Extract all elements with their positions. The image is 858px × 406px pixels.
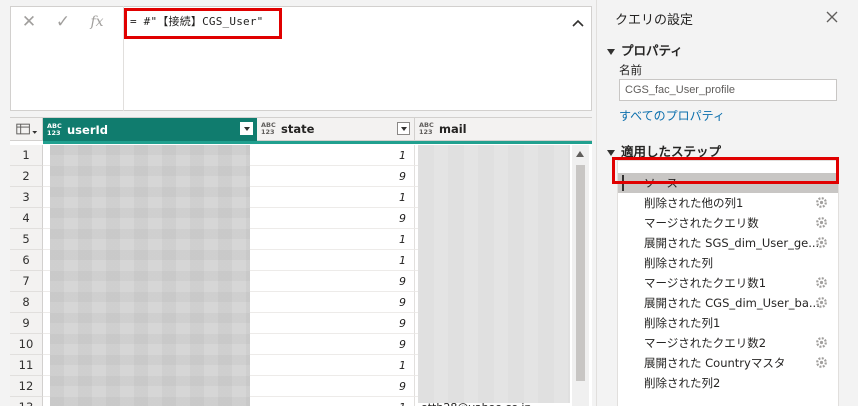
- gear-icon[interactable]: [815, 356, 828, 369]
- cell-state[interactable]: 1: [257, 187, 415, 208]
- column-header-label: mail: [439, 122, 467, 136]
- fx-icon[interactable]: fx: [80, 14, 114, 30]
- cell-state[interactable]: 9: [257, 166, 415, 187]
- column-quality-bar: [257, 141, 415, 144]
- cell-state[interactable]: 9: [257, 334, 415, 355]
- cell-state[interactable]: 9: [257, 271, 415, 292]
- gear-icon[interactable]: [815, 336, 828, 349]
- type-any-icon: ABC 123: [47, 121, 62, 137]
- left-edge: [0, 0, 8, 406]
- row-number[interactable]: 12: [10, 376, 43, 397]
- applied-step-item[interactable]: 削除された列2: [618, 373, 838, 393]
- step-label: 展開された Countryマスタ: [644, 356, 786, 370]
- row-number[interactable]: 8: [10, 292, 43, 313]
- column-header-label: userId: [67, 122, 109, 137]
- column-filter-dropdown[interactable]: [240, 122, 253, 135]
- cell-state[interactable]: 1: [257, 355, 415, 376]
- row-number[interactable]: 5: [10, 229, 43, 250]
- step-label: 展開された CGS_dim_User_ba...: [644, 296, 820, 310]
- section-label: プロパティ: [621, 43, 683, 58]
- scroll-up-icon[interactable]: [576, 151, 584, 157]
- applied-step-item[interactable]: 削除された他の列1: [618, 193, 838, 213]
- gear-icon[interactable]: [815, 276, 828, 289]
- cancel-formula-icon[interactable]: ✕: [12, 12, 46, 32]
- pane-title: クエリの設定: [615, 13, 694, 28]
- collapse-triangle-icon: [607, 149, 615, 156]
- applied-step-item[interactable]: マージされたクエリ数: [618, 213, 838, 233]
- step-label: マージされたクエリ数: [644, 216, 759, 230]
- cell-state[interactable]: 9: [257, 376, 415, 397]
- cell-state[interactable]: 9: [257, 208, 415, 229]
- name-label: 名前: [619, 63, 642, 77]
- all-properties-link[interactable]: すべてのプロパティ: [619, 107, 725, 124]
- gear-icon[interactable]: [815, 296, 828, 309]
- row-number[interactable]: 11: [10, 355, 43, 376]
- row-number[interactable]: 4: [10, 208, 43, 229]
- table-menu-icon[interactable]: [10, 118, 43, 141]
- gear-icon[interactable]: [815, 196, 828, 209]
- chevron-up-icon[interactable]: [570, 16, 586, 30]
- row-number[interactable]: 2: [10, 166, 43, 187]
- step-label: 削除された列1: [644, 316, 721, 330]
- redacted-mail-values: [418, 145, 570, 403]
- row-number[interactable]: 13: [10, 397, 43, 406]
- gear-icon[interactable]: [815, 236, 828, 249]
- row-number[interactable]: 10: [10, 334, 43, 355]
- row-number[interactable]: 9: [10, 313, 43, 334]
- type-any-icon: ABC 123: [419, 121, 434, 136]
- step-label: 展開された SGS_dim_User_ge...: [644, 236, 820, 250]
- cell-state[interactable]: 1: [257, 250, 415, 271]
- scrollbar-thumb[interactable]: [576, 165, 585, 381]
- properties-section-header[interactable]: プロパティ: [607, 40, 683, 59]
- cell-mail[interactable]: otth28@yahoo.co.jp: [415, 397, 570, 406]
- vertical-scrollbar[interactable]: [572, 145, 589, 406]
- step-label: 削除された他の列1: [644, 196, 744, 210]
- data-grid: ABC 123 userId ABC 123 state ABC 123 mail 1…: [10, 117, 592, 406]
- column-header-label: state: [281, 122, 315, 136]
- applied-steps-list: ソース 削除された他の列1 マージされたクエリ数 展開された SGS_dim_User…: [617, 160, 839, 406]
- column-filter-dropdown[interactable]: [397, 122, 410, 135]
- column-quality-bar: [43, 141, 257, 144]
- column-header-state[interactable]: ABC 123 state: [257, 118, 415, 141]
- query-name-field[interactable]: CGS_fac_User_profile: [619, 79, 837, 101]
- selected-step-highlight-box: [612, 157, 839, 184]
- formula-tools: ✕ ✓ fx: [12, 8, 124, 36]
- collapse-triangle-icon: [607, 48, 615, 55]
- cell-state[interactable]: 1: [257, 229, 415, 250]
- step-label: 削除された列: [644, 256, 713, 270]
- column-quality-bar: [415, 141, 592, 144]
- gear-icon[interactable]: [815, 216, 828, 229]
- type-any-icon: ABC 123: [261, 121, 276, 136]
- cell-state[interactable]: 9: [257, 313, 415, 334]
- formula-highlight-box: [124, 8, 282, 39]
- row-number[interactable]: 6: [10, 250, 43, 271]
- applied-step-item[interactable]: 削除された列: [618, 253, 838, 273]
- column-header-mail[interactable]: ABC 123 mail: [415, 118, 592, 141]
- applied-step-item[interactable]: 展開された CGS_dim_User_ba...: [618, 293, 838, 313]
- commit-formula-icon[interactable]: ✓: [46, 12, 80, 32]
- redacted-userid-values: [50, 145, 250, 406]
- query-settings-pane: クエリの設定 プロパティ 名前 CGS_fac_User_profile すべて…: [596, 0, 858, 406]
- cell-state[interactable]: 1: [257, 397, 415, 406]
- cell-state[interactable]: 9: [257, 292, 415, 313]
- row-number[interactable]: 3: [10, 187, 43, 208]
- applied-step-item[interactable]: 展開された SGS_dim_User_ge...: [618, 233, 838, 253]
- row-number[interactable]: 1: [10, 145, 43, 166]
- applied-step-item[interactable]: 削除された列1: [618, 313, 838, 333]
- applied-step-item[interactable]: マージされたクエリ数2: [618, 333, 838, 353]
- close-icon[interactable]: [825, 10, 839, 24]
- cell-state[interactable]: 1: [257, 145, 415, 166]
- step-label: 削除された列2: [644, 376, 721, 390]
- applied-step-item[interactable]: マージされたクエリ数1: [618, 273, 838, 293]
- step-label: マージされたクエリ数1: [644, 276, 767, 290]
- column-header-userid[interactable]: ABC 123 userId: [43, 118, 257, 141]
- applied-step-item[interactable]: 展開された Countryマスタ: [618, 353, 838, 373]
- row-number[interactable]: 7: [10, 271, 43, 292]
- step-label: マージされたクエリ数2: [644, 336, 767, 350]
